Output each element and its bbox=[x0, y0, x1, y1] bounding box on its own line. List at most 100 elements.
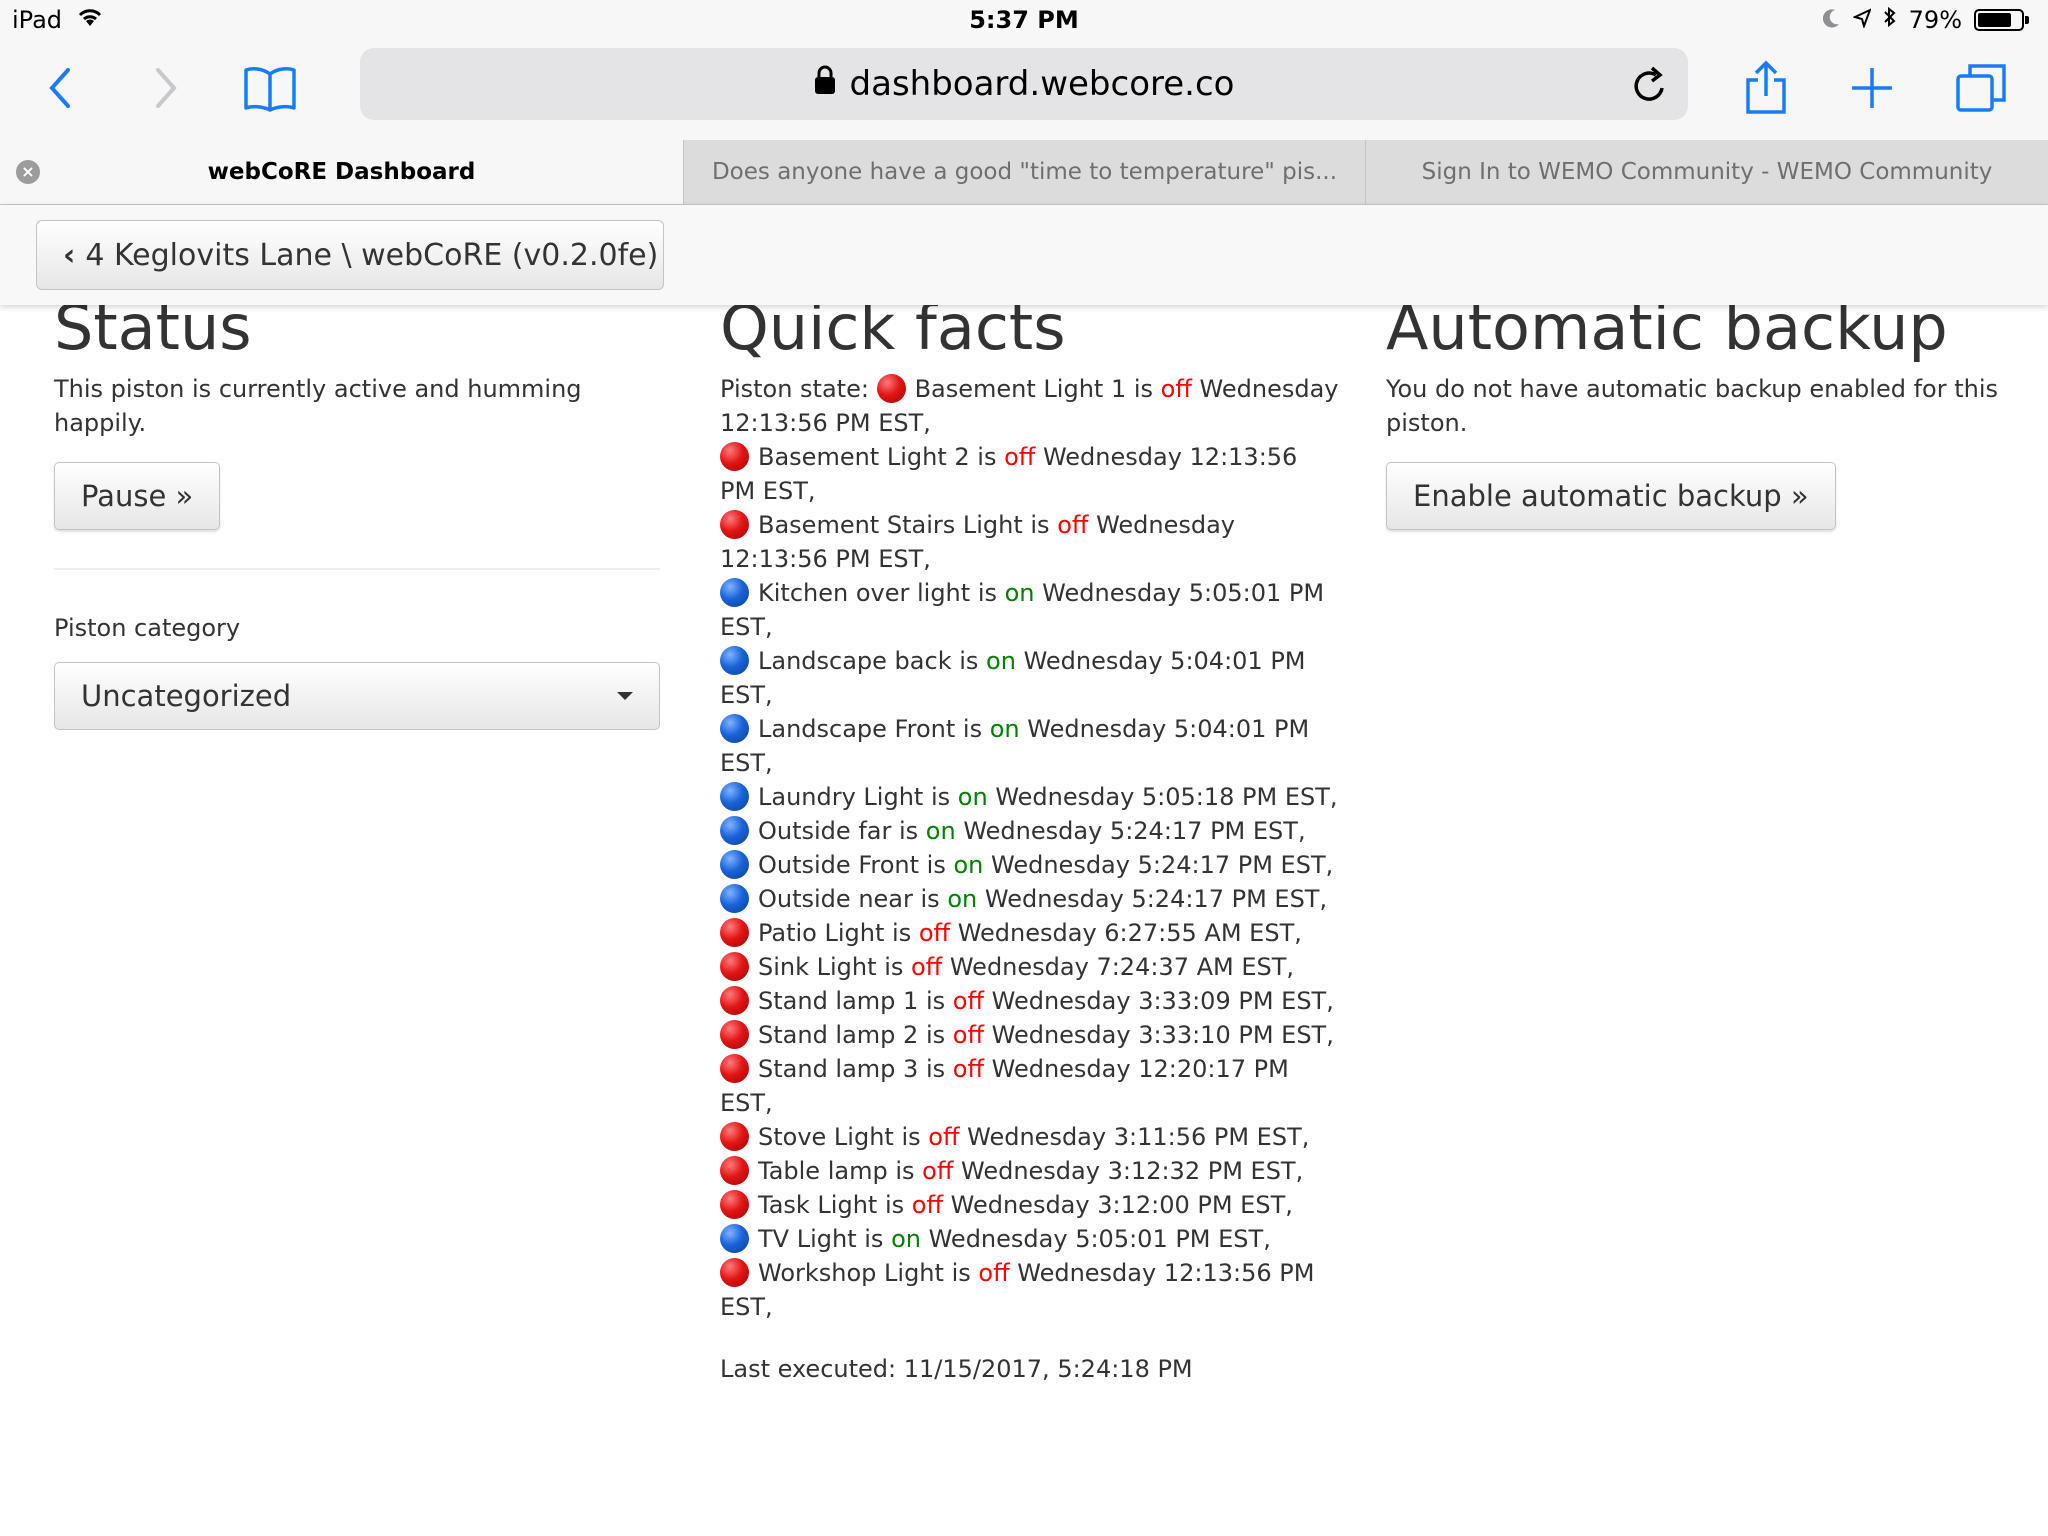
device-is: is bbox=[1133, 375, 1154, 403]
device-time: Wednesday 7:24:37 AM EST, bbox=[949, 953, 1295, 981]
lock-icon bbox=[814, 64, 836, 104]
device-is: is bbox=[962, 715, 983, 743]
device-state-item: Patio Light is off Wednesday 6:27:55 AM … bbox=[720, 918, 1302, 947]
device-is: is bbox=[884, 1191, 905, 1219]
chevron-left-icon: ‹ bbox=[63, 237, 76, 273]
device-is: is bbox=[1030, 511, 1050, 539]
tab-title: webCoRE Dashboard bbox=[207, 159, 476, 185]
category-label: Piston category bbox=[54, 614, 241, 642]
category-select[interactable]: Uncategorized bbox=[54, 662, 660, 730]
reload-icon bbox=[1634, 66, 1664, 101]
status-section: Status This piston is currently active a… bbox=[54, 290, 660, 730]
device-time: Wednesday 3:33:10 PM EST, bbox=[991, 1021, 1334, 1049]
device-name: Stand lamp 3 bbox=[758, 1055, 919, 1083]
red-circle-icon bbox=[720, 1122, 749, 1151]
device-state-value: off bbox=[1057, 511, 1089, 539]
battery-percent: 79% bbox=[1908, 6, 1962, 34]
blue-circle-icon bbox=[720, 714, 749, 743]
device-name: Patio Light bbox=[758, 919, 885, 947]
device-time: Wednesday 3:12:00 PM EST, bbox=[950, 1191, 1293, 1219]
red-circle-icon bbox=[720, 1054, 749, 1083]
forward-icon bbox=[156, 68, 177, 108]
blue-circle-icon bbox=[720, 1224, 749, 1253]
device-state-item: Workshop Light is off Wednesday 12:13:56… bbox=[720, 1258, 1314, 1321]
blue-circle-icon bbox=[720, 782, 749, 811]
device-state-item: Outside near is on Wednesday 5:24:17 PM … bbox=[720, 884, 1328, 913]
location-arrow-icon bbox=[1851, 6, 1872, 34]
tabs-button[interactable] bbox=[1952, 58, 2012, 118]
tab-time-to-temperature[interactable]: Does anyone have a good "time to tempera… bbox=[683, 140, 1365, 204]
device-name: Stand lamp 1 bbox=[758, 987, 919, 1015]
tab-webcore-dashboard[interactable]: × webCoRE Dashboard bbox=[0, 140, 683, 204]
tab-title: Does anyone have a good "time to tempera… bbox=[711, 159, 1338, 185]
device-state-value: on bbox=[925, 817, 956, 845]
device-state-item: Stove Light is off Wednesday 3:11:56 PM … bbox=[720, 1122, 1309, 1151]
device-is: is bbox=[977, 579, 997, 607]
device-is: is bbox=[864, 1225, 884, 1253]
bookmarks-button[interactable] bbox=[240, 58, 300, 118]
red-circle-icon bbox=[720, 1258, 749, 1287]
share-button[interactable] bbox=[1736, 58, 1796, 118]
device-state-item: Outside far is on Wednesday 5:24:17 PM E… bbox=[720, 816, 1306, 845]
device-state-item: Laundry Light is on Wednesday 5:05:18 PM… bbox=[720, 782, 1338, 811]
device-name: Basement Light 1 bbox=[914, 375, 1127, 403]
device-state-item: Stand lamp 2 is off Wednesday 3:33:10 PM… bbox=[720, 1020, 1334, 1049]
device-is: is bbox=[951, 1259, 971, 1287]
device-is: is bbox=[930, 783, 951, 811]
device-name: TV Light bbox=[758, 1225, 857, 1253]
red-circle-icon bbox=[876, 374, 906, 403]
device-time: Wednesday 5:24:17 PM EST, bbox=[963, 817, 1306, 845]
back-button[interactable] bbox=[30, 58, 90, 118]
device-is: is bbox=[901, 1123, 921, 1151]
status-bar: iPad 5:37 PM 79% bbox=[0, 0, 2048, 40]
device-state-value: off bbox=[952, 987, 984, 1015]
blue-circle-icon bbox=[720, 816, 749, 845]
tab-title: Sign In to WEMO Community - WEMO Communi… bbox=[1421, 159, 1993, 185]
device-state-item: TV Light is on Wednesday 5:05:01 PM EST, bbox=[720, 1224, 1271, 1253]
device-state-item: Table lamp is off Wednesday 3:12:32 PM E… bbox=[720, 1156, 1304, 1185]
device-name: Kitchen over light bbox=[758, 579, 971, 607]
pause-button[interactable]: Pause » bbox=[54, 462, 221, 530]
device-name: Sink Light bbox=[758, 953, 877, 981]
device-state-value: off bbox=[1160, 375, 1192, 403]
breadcrumb-back-button[interactable]: ‹ 4 Keglovits Lane \ webCoRE (v0.2.0fe) bbox=[36, 220, 664, 290]
enable-backup-button[interactable]: Enable automatic backup » bbox=[1386, 462, 1836, 530]
device-name: Stand lamp 2 bbox=[758, 1021, 919, 1049]
browser-toolbar: dashboard.webcore.co bbox=[0, 40, 2048, 140]
device-state-value: on bbox=[947, 885, 978, 913]
red-circle-icon bbox=[720, 510, 749, 539]
device-time: Wednesday 3:33:09 PM EST, bbox=[991, 987, 1334, 1015]
device-time: Wednesday 5:24:17 PM EST, bbox=[991, 851, 1334, 879]
tab-wemo-community[interactable]: Sign In to WEMO Community - WEMO Communi… bbox=[1365, 140, 2048, 204]
device-name: Landscape Front bbox=[758, 715, 956, 743]
blue-circle-icon bbox=[720, 646, 749, 675]
device-name: Basement Light 2 bbox=[758, 443, 970, 471]
device-is: is bbox=[925, 1055, 946, 1083]
battery-icon bbox=[1974, 9, 2029, 31]
device-state-item: Sink Light is off Wednesday 7:24:37 AM E… bbox=[720, 952, 1295, 981]
device-time: Wednesday 5:24:17 PM EST, bbox=[984, 885, 1328, 913]
backup-text: You do not have automatic backup enabled… bbox=[1386, 375, 1998, 437]
red-circle-icon bbox=[720, 442, 749, 471]
tab-close-icon[interactable]: × bbox=[16, 160, 40, 184]
address-bar[interactable]: dashboard.webcore.co bbox=[360, 48, 1688, 120]
device-is: is bbox=[898, 817, 919, 845]
url-text: dashboard.webcore.co bbox=[849, 64, 1235, 104]
device-state-value: off bbox=[978, 1259, 1010, 1287]
reload-button[interactable] bbox=[1630, 62, 1670, 115]
status-text: This piston is currently active and humm… bbox=[54, 375, 582, 437]
clock: 5:37 PM bbox=[969, 6, 1079, 34]
device-state-value: off bbox=[911, 1191, 943, 1219]
new-tab-button[interactable] bbox=[1842, 58, 1902, 118]
device-state-value: on bbox=[989, 715, 1020, 743]
device-name: Workshop Light bbox=[758, 1259, 944, 1287]
forward-button[interactable] bbox=[136, 58, 196, 118]
last-executed: Last executed: 11/15/2017, 5:24:18 PM bbox=[720, 1355, 1193, 1383]
moon-icon bbox=[1822, 6, 1841, 34]
device-is: is bbox=[884, 953, 904, 981]
device-name: Stove Light bbox=[758, 1123, 894, 1151]
device-state-value: off bbox=[928, 1123, 960, 1151]
device-is: is bbox=[925, 1021, 946, 1049]
tab-bar: × webCoRE Dashboard Does anyone have a g… bbox=[0, 140, 2048, 205]
device-time: Wednesday 3:12:32 PM EST, bbox=[961, 1157, 1304, 1185]
